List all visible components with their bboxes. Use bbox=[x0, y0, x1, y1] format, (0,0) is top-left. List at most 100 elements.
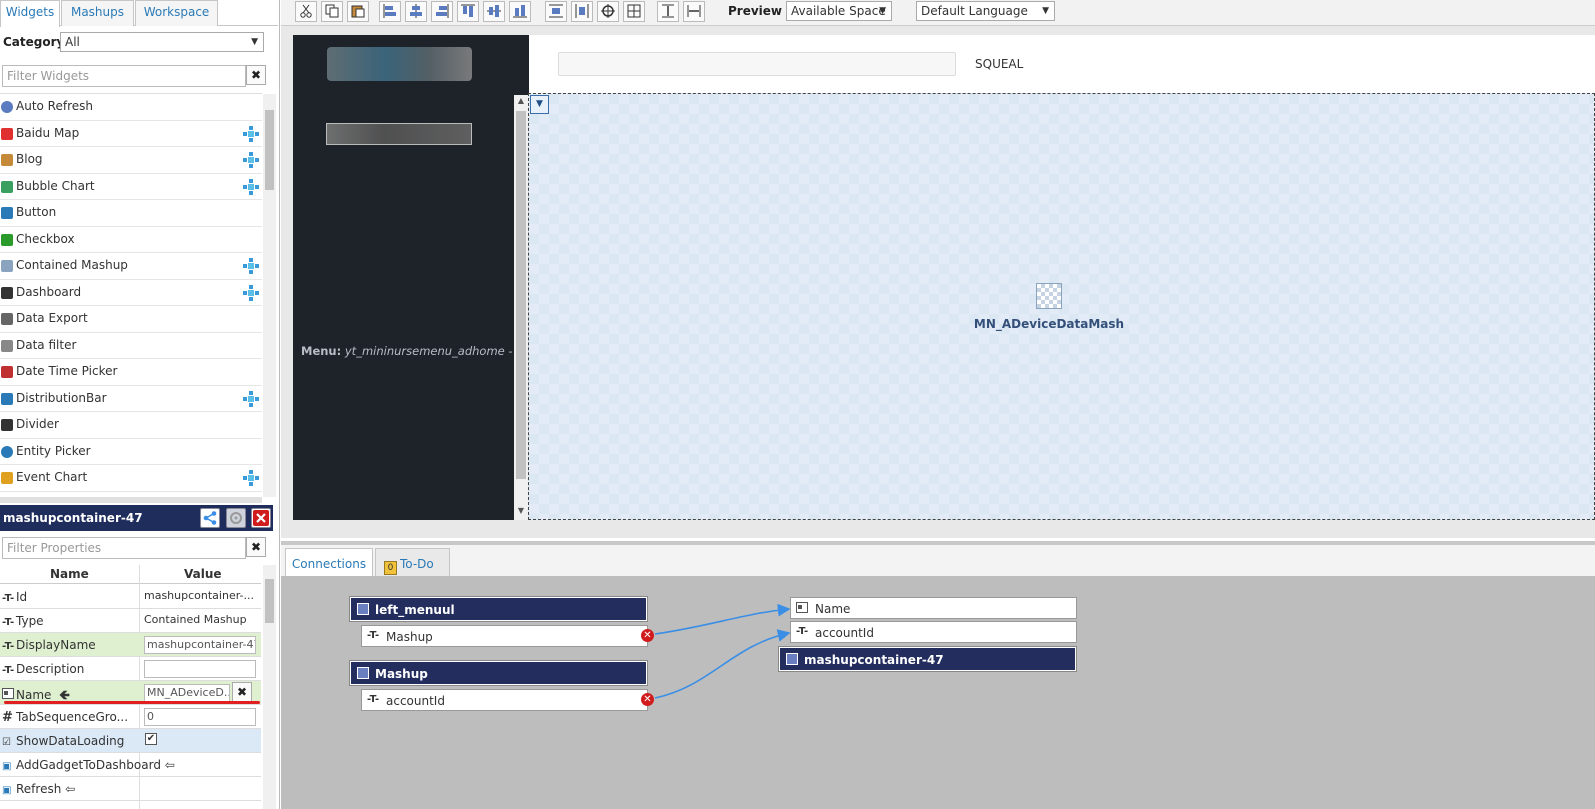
clear-name-button[interactable]: ✖ bbox=[232, 682, 252, 702]
prop-name: Refresh bbox=[16, 782, 62, 796]
error-icon[interactable]: ✕ bbox=[641, 629, 654, 642]
center-icon[interactable] bbox=[597, 1, 619, 22]
category-select[interactable]: All ▼ bbox=[60, 32, 264, 52]
tabsequence-input[interactable]: 0 bbox=[144, 708, 256, 726]
clear-filter-properties-button[interactable]: ✖ bbox=[246, 537, 266, 557]
cut-icon[interactable] bbox=[295, 1, 317, 22]
align-middle-icon[interactable] bbox=[483, 1, 505, 22]
node-target-row-accountid[interactable]: -T- accountId bbox=[790, 621, 1077, 643]
widget-item[interactable]: DistributionBar bbox=[0, 386, 262, 412]
contained-mashup-widget[interactable]: ▼ MN_ADeviceDataMash bbox=[528, 93, 1595, 520]
prop-row-tabsequence[interactable]: # TabSequenceGro... 0 bbox=[0, 705, 261, 729]
distribute-vertical-icon[interactable] bbox=[545, 1, 567, 22]
widget-item[interactable]: Event Chart bbox=[0, 465, 262, 492]
horizontal-scrollbar[interactable] bbox=[0, 497, 262, 503]
col-name-header: Name bbox=[50, 567, 89, 581]
search-input-widget[interactable] bbox=[558, 52, 956, 76]
widget-item[interactable]: Bubble Chart bbox=[0, 174, 262, 200]
properties-scroll-thumb[interactable] bbox=[265, 579, 274, 623]
preview-select[interactable]: Available Space ▼ bbox=[786, 1, 892, 21]
same-width-icon[interactable] bbox=[683, 1, 705, 22]
widget-type-icon bbox=[1, 207, 13, 219]
scroll-up-icon[interactable]: ▲ bbox=[514, 95, 528, 107]
widget-list-scroll-thumb[interactable] bbox=[265, 110, 274, 190]
paste-icon[interactable] bbox=[347, 1, 369, 22]
string-type-icon: -T- bbox=[2, 617, 15, 628]
node-target-header[interactable]: mashupcontainer-47 bbox=[779, 647, 1076, 671]
node-left-menu-header[interactable]: left_menuul bbox=[350, 597, 647, 621]
align-top-icon[interactable] bbox=[457, 1, 479, 22]
filter-properties-input[interactable]: Filter Properties bbox=[2, 537, 246, 559]
distribute-horizontal-icon[interactable] bbox=[571, 1, 593, 22]
widget-list-scrollbar[interactable] bbox=[263, 94, 276, 497]
grid-icon[interactable] bbox=[623, 1, 645, 22]
widget-label: Dashboard bbox=[16, 284, 82, 299]
align-bottom-icon[interactable] bbox=[509, 1, 531, 22]
properties-scrollbar[interactable] bbox=[263, 565, 276, 809]
widget-item[interactable]: Data filter bbox=[0, 333, 262, 359]
tab-workspace[interactable]: Workspace bbox=[135, 0, 218, 26]
share-icon[interactable] bbox=[200, 508, 220, 528]
prop-name: Description bbox=[16, 662, 85, 676]
prop-row-type[interactable]: -T- Type Contained Mashup bbox=[0, 609, 261, 633]
widget-item[interactable]: Auto Refresh bbox=[0, 94, 262, 121]
node-mashup-row[interactable]: -T- accountId bbox=[361, 689, 648, 711]
filter-widgets-input[interactable]: Filter Widgets bbox=[2, 65, 246, 87]
chevron-down-icon: ▼ bbox=[879, 6, 886, 16]
tab-mashups[interactable]: Mashups bbox=[61, 0, 134, 26]
extension-icon bbox=[243, 258, 259, 274]
prop-row-showdataloading[interactable]: ☑ ShowDataLoading ✔ bbox=[0, 729, 261, 753]
prop-row-id[interactable]: -T- Id mashupcontainer-... bbox=[0, 585, 261, 609]
widget-type-icon bbox=[1, 286, 13, 299]
menu-scrollbar[interactable]: ▲ ▼ bbox=[514, 95, 528, 520]
widget-item[interactable]: Button bbox=[0, 200, 262, 227]
align-left-icon[interactable] bbox=[379, 1, 401, 22]
prop-row-displayname[interactable]: -T- DisplayName mashupcontainer-47 bbox=[0, 633, 261, 657]
chevron-down-icon: ▼ bbox=[1042, 6, 1049, 16]
prop-name: Name bbox=[16, 688, 52, 702]
widget-menu-dropdown-icon[interactable]: ▼ bbox=[530, 95, 549, 114]
description-input[interactable] bbox=[144, 660, 256, 678]
clear-filter-widgets-button[interactable]: ✖ bbox=[246, 65, 266, 85]
close-icon[interactable] bbox=[251, 508, 271, 528]
widget-item[interactable]: Baidu Map bbox=[0, 121, 262, 147]
copy-icon[interactable] bbox=[321, 1, 343, 22]
name-input[interactable]: MN_ADeviceD... bbox=[144, 684, 230, 702]
displayname-input[interactable]: mashupcontainer-47 bbox=[144, 636, 256, 654]
widget-item[interactable]: Divider bbox=[0, 412, 262, 439]
widget-item[interactable]: Dashboard bbox=[0, 280, 262, 306]
menu-caption-value: yt_mininursemenu_adhome - Leve bbox=[344, 344, 513, 358]
preview-value: Available Space bbox=[791, 4, 886, 18]
widget-label: Bubble Chart bbox=[16, 178, 95, 193]
properties-table: -T- Id mashupcontainer-... -T- Type Contai… bbox=[0, 585, 261, 801]
error-icon[interactable]: ✕ bbox=[641, 693, 654, 706]
scroll-down-icon[interactable]: ▼ bbox=[514, 505, 528, 517]
widget-item[interactable]: Blog bbox=[0, 147, 262, 174]
node-left-menu-row[interactable]: -T- Mashup bbox=[361, 625, 648, 647]
prop-row-refresh[interactable]: ▣ Refresh ⇦ bbox=[0, 777, 261, 801]
menu-scroll-thumb[interactable] bbox=[516, 111, 526, 479]
same-height-icon[interactable] bbox=[657, 1, 679, 22]
tab-widgets[interactable]: Widgets bbox=[0, 0, 60, 27]
prop-row-description[interactable]: -T- Description bbox=[0, 657, 261, 681]
widget-item[interactable]: Checkbox bbox=[0, 227, 262, 253]
showdataloading-checkbox[interactable]: ✔ bbox=[145, 733, 157, 745]
prop-value: mashupcontainer-... bbox=[144, 589, 254, 602]
preview-label: Preview bbox=[728, 4, 783, 18]
chevron-down-icon: ▼ bbox=[251, 37, 258, 47]
node-target-row-name[interactable]: Name bbox=[790, 597, 1077, 619]
widget-item[interactable]: Date Time Picker bbox=[0, 359, 262, 386]
node-mashup-header[interactable]: Mashup bbox=[350, 661, 647, 685]
widget-type-icon bbox=[1, 339, 13, 352]
align-center-icon[interactable] bbox=[405, 1, 427, 22]
prop-row-addgadget[interactable]: ▣ AddGadgetToDashboard ⇦ bbox=[0, 753, 261, 777]
widget-item[interactable]: Contained Mashup bbox=[0, 253, 262, 280]
widget-item[interactable]: Data Export bbox=[0, 306, 262, 333]
left-menu-widget[interactable]: Menu: yt_mininursemenu_adhome - Leve ▲ ▼ bbox=[293, 35, 529, 520]
mashup-name-icon bbox=[796, 602, 808, 616]
language-select[interactable]: Default Language ▼ bbox=[916, 1, 1055, 21]
widget-item[interactable]: Entity Picker bbox=[0, 439, 262, 465]
align-right-icon[interactable] bbox=[431, 1, 453, 22]
string-type-icon: -T- bbox=[2, 665, 15, 676]
settings-icon[interactable] bbox=[226, 508, 246, 528]
